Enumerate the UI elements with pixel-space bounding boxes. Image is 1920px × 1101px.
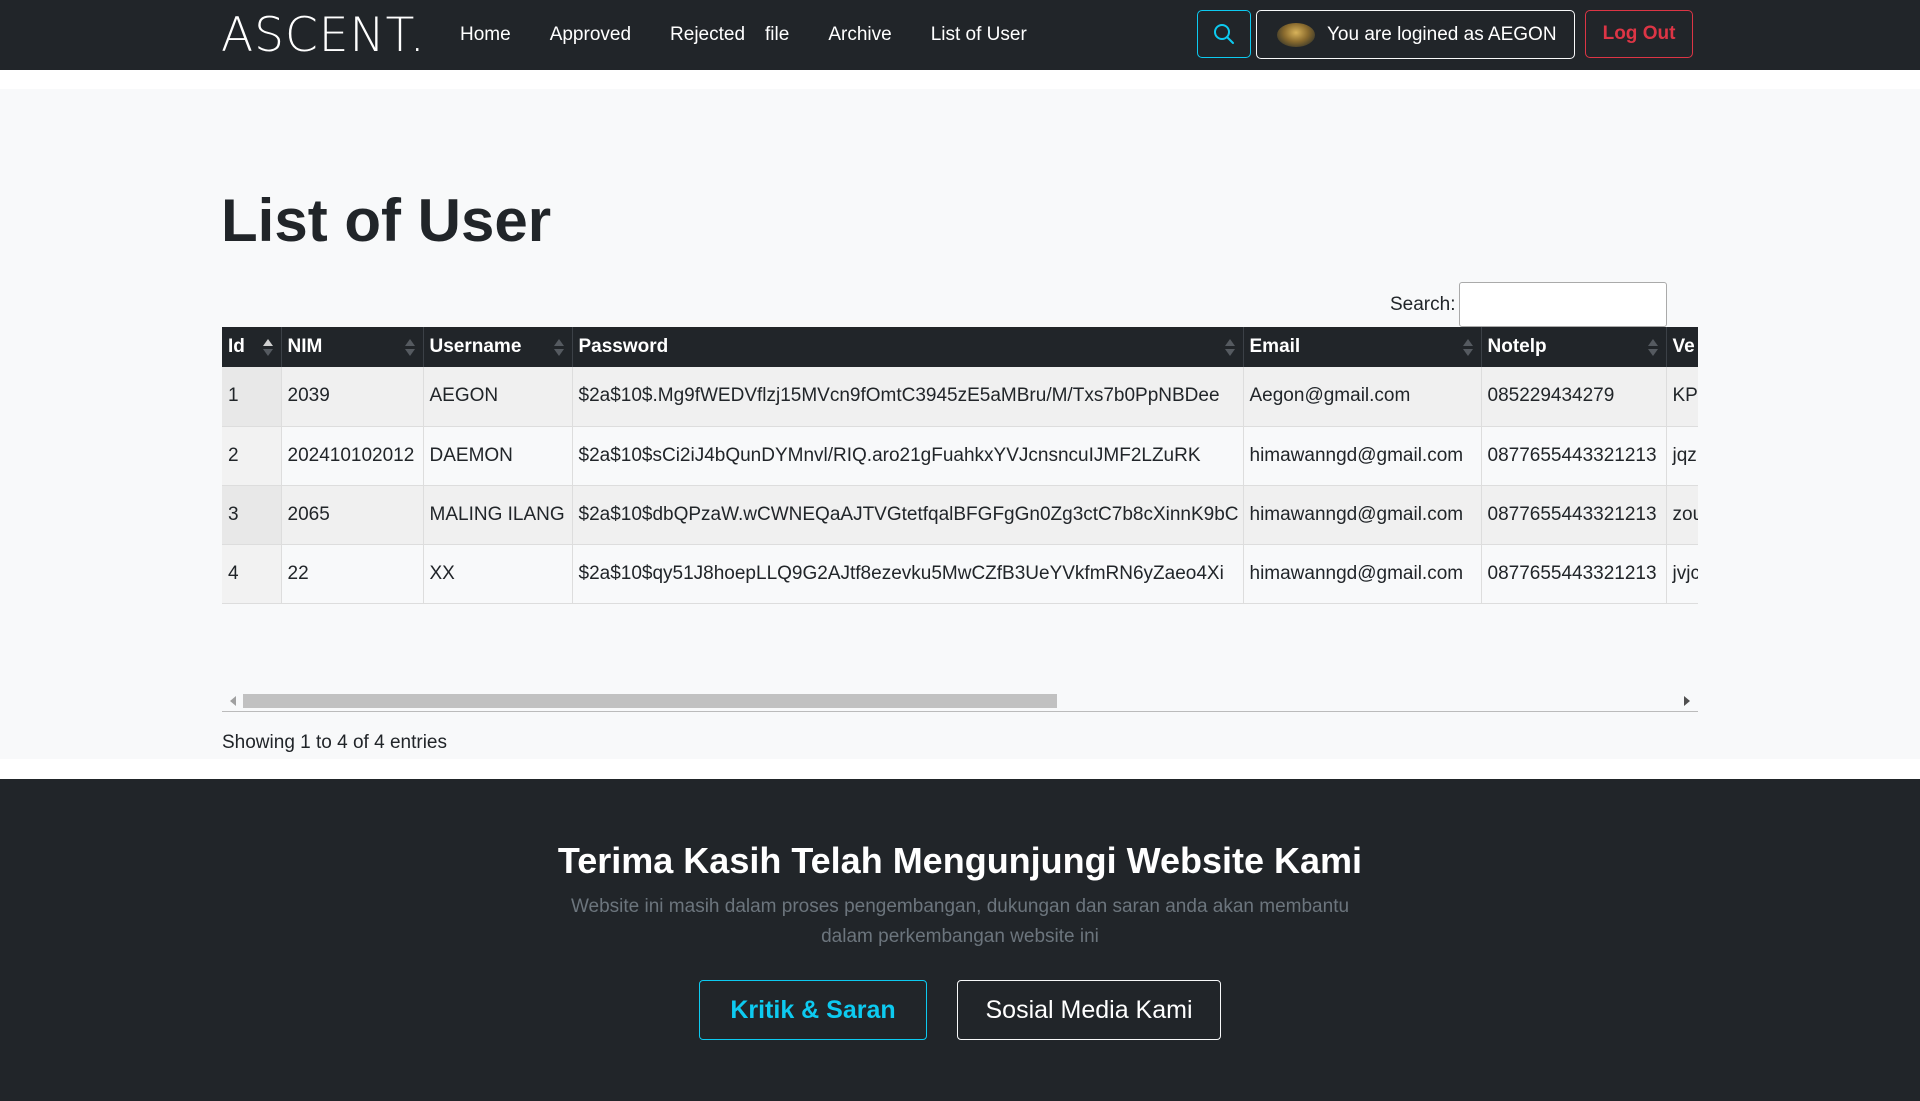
cell-id: 1: [222, 367, 282, 427]
scrollbar-thumb[interactable]: [243, 694, 1057, 708]
sort-icon: [553, 339, 564, 357]
scroll-right-arrow-icon[interactable]: [1684, 696, 1690, 706]
cell-email: Aegon@gmail.com: [1243, 367, 1482, 427]
nav-link-archive[interactable]: Archive: [828, 24, 891, 46]
cell-password: $2a$10$sCi2iJ4bQunDYMnvl/RIQ.aro21gFuahk…: [572, 426, 1244, 486]
user-label: You are logined as AEGON: [1327, 23, 1557, 45]
table-search: Search:: [1390, 282, 1668, 327]
column-header-nim[interactable]: NIM: [281, 327, 424, 367]
page-title: List of User: [221, 187, 552, 254]
column-header-id[interactable]: Id: [222, 327, 282, 367]
cell-notelp: 0877655443321213: [1481, 485, 1667, 545]
column-label: Password: [578, 336, 669, 357]
search-button[interactable]: [1197, 10, 1251, 58]
cell-nim: 22: [281, 544, 424, 604]
table-row: 3 2065 MALING ILANG $2a$10$dbQPzaW.wCWNE…: [222, 485, 1698, 545]
cell-ve: KP: [1666, 367, 1698, 427]
cell-id: 4: [222, 544, 282, 604]
column-label: Email: [1249, 336, 1301, 357]
logout-button[interactable]: Log Out: [1585, 10, 1693, 58]
cell-ve: jvjc: [1666, 544, 1698, 604]
cell-username: XX: [423, 544, 573, 604]
column-header-ve[interactable]: Ve: [1666, 327, 1698, 367]
cell-id: 3: [222, 485, 282, 545]
scroll-left-arrow-icon[interactable]: [230, 696, 236, 706]
kritik-saran-button[interactable]: Kritik & Saran: [699, 980, 927, 1040]
footer-text: Website ini masih dalam proses pengemban…: [570, 896, 1350, 947]
sort-icon: [1462, 339, 1473, 357]
horizontal-scrollbar[interactable]: [222, 690, 1698, 712]
cell-ve: jqz: [1666, 426, 1698, 486]
sort-icon: [404, 339, 415, 357]
cell-nim: 202410102012: [281, 426, 424, 486]
column-header-email[interactable]: Email: [1243, 327, 1482, 367]
table-row: 4 22 XX $2a$10$qy51J8hoepLLQ9G2AJtf8ezev…: [222, 544, 1698, 604]
table-row: 1 2039 AEGON $2a$10$.Mg9fWEDVflzj15MVcn9…: [222, 367, 1698, 427]
user-table: Id NIM Username Password Email Notelp Ve…: [222, 327, 1698, 604]
sort-asc-icon: [262, 339, 273, 357]
cell-notelp: 0877655443321213: [1481, 544, 1667, 604]
column-header-username[interactable]: Username: [423, 327, 573, 367]
nav-link-list-of-user[interactable]: List of User: [931, 24, 1027, 46]
cell-password: $2a$10$qy51J8hoepLLQ9G2AJtf8ezevku5MwCZf…: [572, 544, 1244, 604]
column-label: NIM: [287, 336, 323, 357]
nav-links: Home Approved Rejected file Archive List…: [460, 0, 1066, 70]
avatar: [1277, 22, 1315, 47]
sort-icon: [1647, 339, 1658, 357]
table-info: Showing 1 to 4 of 4 entries: [222, 732, 447, 753]
nav-link-file[interactable]: file: [765, 24, 789, 46]
column-label: Notelp: [1487, 336, 1547, 357]
cell-username: DAEMON: [423, 426, 573, 486]
search-input[interactable]: [1459, 282, 1668, 327]
nav-link-home[interactable]: Home: [460, 24, 511, 46]
cell-notelp: 085229434279: [1481, 367, 1667, 427]
table-row: 2 202410102012 DAEMON $2a$10$sCi2iJ4bQun…: [222, 426, 1698, 486]
brand-logo[interactable]: ASCENT.: [221, 8, 426, 63]
cell-ve: zou: [1666, 485, 1698, 545]
sosial-media-button[interactable]: Sosial Media Kami: [957, 980, 1221, 1040]
cell-password: $2a$10$dbQPzaW.wCWNEQaAJTVGtetfqalBFGFgG…: [572, 485, 1244, 545]
cell-password: $2a$10$.Mg9fWEDVflzj15MVcn9fOmtC3945zE5a…: [572, 367, 1244, 427]
footer: Terima Kasih Telah Mengunjungi Website K…: [0, 779, 1920, 1101]
nav-link-rejected[interactable]: Rejected: [670, 24, 745, 46]
column-label: Id: [228, 336, 245, 357]
user-table-wrapper: Id NIM Username Password Email Notelp Ve…: [222, 327, 1698, 614]
column-label: Username: [429, 336, 522, 357]
table-header-row: Id NIM Username Password Email Notelp Ve: [222, 327, 1698, 367]
user-badge[interactable]: You are logined as AEGON: [1256, 10, 1575, 59]
sort-icon: [1224, 339, 1235, 357]
column-label: Ve: [1672, 336, 1695, 357]
search-icon: [1214, 24, 1234, 44]
cell-email: himawanngd@gmail.com: [1243, 544, 1482, 604]
column-header-password[interactable]: Password: [572, 327, 1244, 367]
footer-title: Terima Kasih Telah Mengunjungi Website K…: [557, 840, 1363, 881]
main-section: List of User Search: Id NIM Username Pas…: [0, 89, 1920, 759]
cell-notelp: 0877655443321213: [1481, 426, 1667, 486]
cell-username: MALING ILANG: [423, 485, 573, 545]
cell-id: 2: [222, 426, 282, 486]
cell-email: himawanngd@gmail.com: [1243, 426, 1482, 486]
cell-email: himawanngd@gmail.com: [1243, 485, 1482, 545]
search-label: Search:: [1390, 293, 1456, 315]
nav-link-approved[interactable]: Approved: [550, 24, 631, 46]
cell-nim: 2039: [281, 367, 424, 427]
cell-username: AEGON: [423, 367, 573, 427]
column-header-notelp[interactable]: Notelp: [1481, 327, 1667, 367]
navbar: ASCENT. Home Approved Rejected file Arch…: [0, 0, 1920, 70]
cell-nim: 2065: [281, 485, 424, 545]
